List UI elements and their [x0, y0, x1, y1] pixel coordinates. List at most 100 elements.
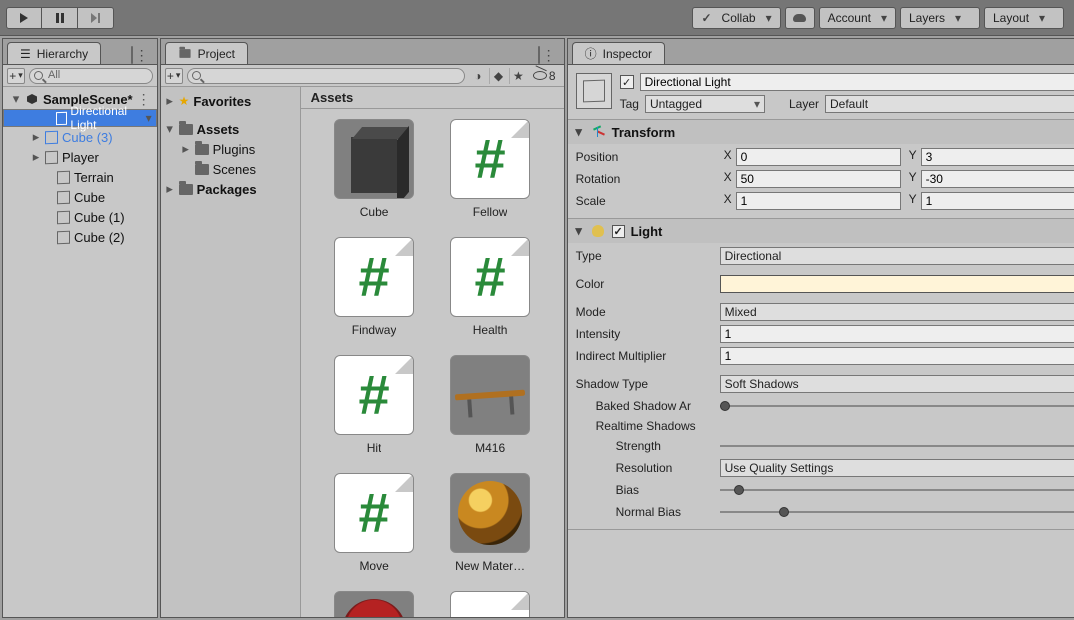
- asset-item[interactable]: M416: [435, 355, 545, 455]
- hierarchy-item[interactable]: Terrain: [3, 167, 157, 187]
- shadow-type-dropdown[interactable]: Soft Shadows: [720, 375, 1074, 393]
- script-icon: #: [359, 485, 390, 541]
- lock-icon[interactable]: [131, 46, 133, 64]
- asset-item[interactable]: [319, 591, 429, 617]
- search-icon: [192, 71, 201, 80]
- pause-button[interactable]: [42, 7, 78, 29]
- create-asset-dropdown[interactable]: +▾: [165, 68, 183, 84]
- layer-label: Layer: [789, 97, 819, 111]
- info-icon: ⓘ: [585, 45, 597, 62]
- hierarchy-panel: ☰ Hierarchy +▾ All SampleScene* Direc: [2, 38, 158, 618]
- project-tab[interactable]: Project: [165, 42, 248, 64]
- layers-label: Layers: [909, 11, 945, 25]
- tag-dropdown[interactable]: Untagged: [645, 95, 765, 113]
- cloud-button[interactable]: [785, 7, 815, 29]
- account-dropdown[interactable]: Account: [819, 7, 896, 29]
- script-icon: #: [359, 367, 390, 423]
- packages-row[interactable]: Packages: [161, 179, 300, 199]
- asset-item[interactable]: #Health: [435, 237, 545, 337]
- hierarchy-tab[interactable]: ☰ Hierarchy: [7, 42, 101, 64]
- breadcrumb[interactable]: Assets: [301, 87, 564, 109]
- hierarchy-item[interactable]: Directional Light: [3, 109, 157, 127]
- filter-type-icon[interactable]: ◑: [469, 68, 487, 84]
- scene-menu-icon[interactable]: [137, 91, 157, 108]
- asset-item[interactable]: New Mater…: [435, 473, 545, 573]
- collab-dropdown[interactable]: Collab: [692, 7, 780, 29]
- unity-icon: [25, 92, 39, 106]
- hierarchy-item[interactable]: Cube (1): [3, 207, 157, 227]
- strength-slider[interactable]: [720, 439, 1074, 453]
- position-y[interactable]: [921, 148, 1074, 166]
- asset-item[interactable]: #Move: [319, 473, 429, 573]
- component-title: Transform: [612, 125, 676, 140]
- asset-item[interactable]: Cube: [319, 119, 429, 219]
- baked-shadow-slider[interactable]: [720, 399, 1074, 413]
- folder-row[interactable]: Plugins: [161, 139, 300, 159]
- intensity-field[interactable]: [720, 325, 1074, 343]
- panel-menu-icon[interactable]: [542, 47, 556, 63]
- rotation-x[interactable]: [736, 170, 901, 188]
- light-type-dropdown[interactable]: Directional: [720, 247, 1074, 265]
- asset-item[interactable]: [435, 591, 545, 617]
- light-icon: [590, 223, 606, 239]
- folder-icon: [195, 164, 209, 175]
- project-search[interactable]: [187, 68, 465, 84]
- prefab-icon: [45, 130, 58, 143]
- step-button[interactable]: [78, 7, 114, 29]
- color-field[interactable]: [720, 275, 1074, 293]
- gameobject-icon: [57, 190, 70, 203]
- favorites-row[interactable]: ★Favorites: [161, 91, 300, 111]
- hierarchy-item-label: Player: [62, 150, 99, 165]
- script-icon: #: [475, 249, 506, 305]
- component-enabled-checkbox[interactable]: ✓: [612, 225, 625, 238]
- prop-label: Type: [576, 249, 716, 263]
- normal-bias-slider[interactable]: [720, 505, 1074, 519]
- hidden-count[interactable]: 8: [529, 69, 560, 83]
- rotation-y[interactable]: [921, 170, 1074, 188]
- project-folders: ★Favorites Assets Plugins Scenes Package…: [161, 87, 301, 617]
- bias-slider[interactable]: [720, 483, 1074, 497]
- hierarchy-item[interactable]: Cube: [3, 187, 157, 207]
- favorite-filter-icon[interactable]: ★: [509, 68, 527, 84]
- tag-label: Tag: [620, 97, 639, 111]
- project-panel: Project +▾ ◑ ◆ ★ 8 ★Favorites Assets: [160, 38, 565, 618]
- inspector-tab[interactable]: ⓘ Inspector: [572, 42, 665, 64]
- assets-row[interactable]: Assets: [161, 119, 300, 139]
- layout-dropdown[interactable]: Layout: [984, 7, 1064, 29]
- asset-item[interactable]: #Hit: [319, 355, 429, 455]
- name-field[interactable]: [640, 73, 1074, 91]
- folder-icon: [179, 49, 190, 58]
- folder-row[interactable]: Scenes: [161, 159, 300, 179]
- inspector-tab-label: Inspector: [603, 47, 652, 61]
- transform-icon: [590, 124, 606, 140]
- scale-x[interactable]: [736, 192, 901, 210]
- layers-dropdown[interactable]: Layers: [900, 7, 980, 29]
- cloud-icon: [793, 14, 806, 22]
- prop-label: Strength: [576, 439, 716, 453]
- light-mode-dropdown[interactable]: Mixed: [720, 303, 1074, 321]
- prop-label: Rotation: [576, 172, 716, 186]
- hierarchy-search[interactable]: All: [29, 68, 153, 84]
- hierarchy-item[interactable]: Player: [3, 147, 157, 167]
- asset-item[interactable]: #Findway: [319, 237, 429, 337]
- create-dropdown[interactable]: +▾: [7, 68, 25, 84]
- component-header[interactable]: ✓ Light: [568, 219, 1074, 243]
- folder-icon: [179, 184, 193, 195]
- indirect-field[interactable]: [720, 347, 1074, 365]
- component-header[interactable]: Transform: [568, 120, 1074, 144]
- panel-menu-icon[interactable]: [135, 47, 149, 63]
- hierarchy-item-label: Cube (1): [74, 210, 125, 225]
- prop-label: Intensity: [576, 327, 716, 341]
- filter-label-icon[interactable]: ◆: [489, 68, 507, 84]
- play-button[interactable]: [6, 7, 42, 29]
- scale-y[interactable]: [921, 192, 1074, 210]
- layer-dropdown[interactable]: Default: [825, 95, 1074, 113]
- position-x[interactable]: [736, 148, 901, 166]
- lock-icon[interactable]: [538, 46, 540, 64]
- asset-item[interactable]: #Fellow: [435, 119, 545, 219]
- shadow-resolution-dropdown[interactable]: Use Quality Settings: [720, 459, 1074, 477]
- project-tab-label: Project: [198, 47, 235, 61]
- enabled-checkbox[interactable]: ✓: [620, 75, 634, 89]
- prop-label: Scale: [576, 194, 716, 208]
- hierarchy-item[interactable]: Cube (2): [3, 227, 157, 247]
